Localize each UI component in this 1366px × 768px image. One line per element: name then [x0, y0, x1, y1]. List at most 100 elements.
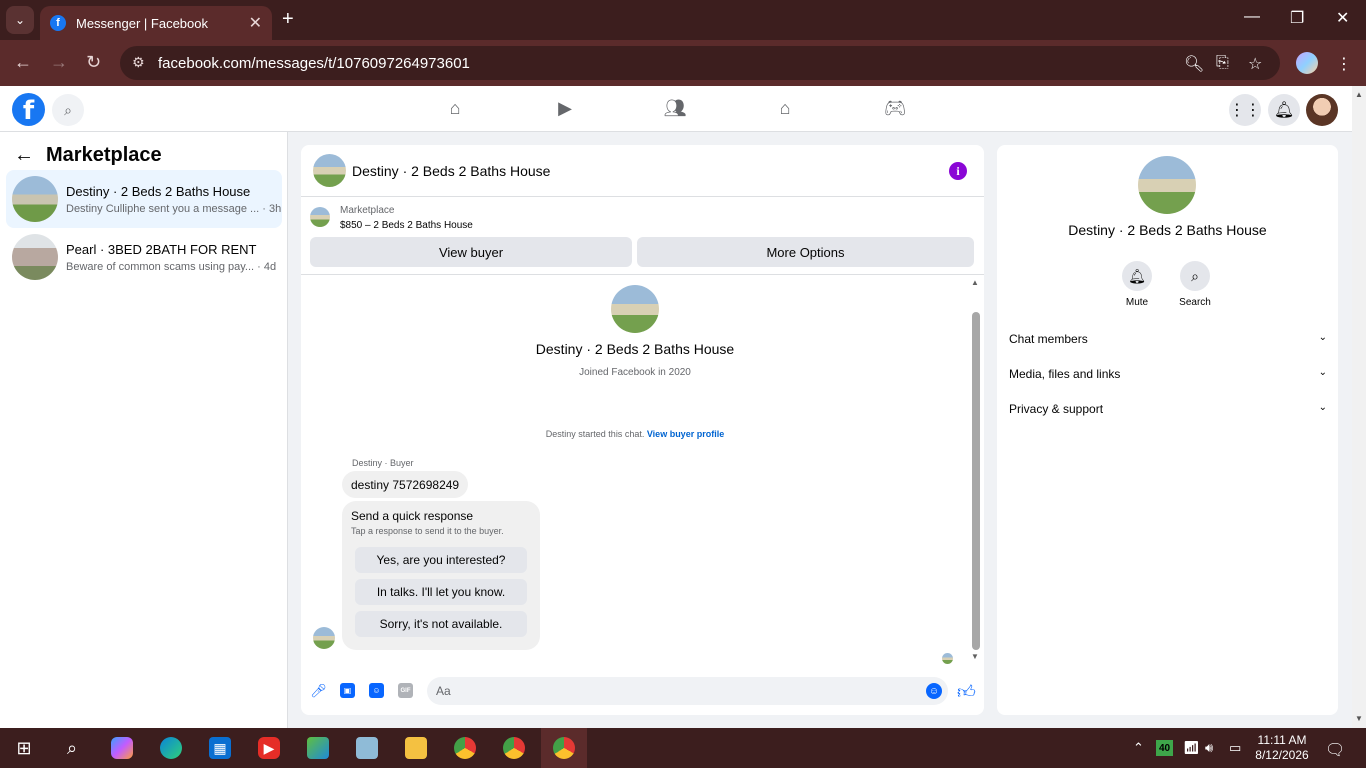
home-icon[interactable]: ⌂ — [443, 96, 467, 120]
browser-tab[interactable]: f Messenger | Facebook ✕ — [40, 6, 272, 40]
conversation-item-pearl[interactable]: Pearl · 3BED 2BATH FOR RENT Beware of co… — [6, 228, 282, 286]
conversation-name: Destiny · 2 Beds 2 Baths House — [66, 183, 251, 199]
info-icon[interactable]: i — [949, 162, 967, 180]
url-text: facebook.com/messages/t/1076097264973601 — [158, 54, 470, 72]
view-buyer-button[interactable]: View buyer — [310, 237, 632, 267]
chat-details-panel: Destiny · 2 Beds 2 Baths House 🔔︎ Mute ⌕… — [997, 145, 1338, 715]
system-clock[interactable]: 11:11 AM 8/12/2026 — [1250, 733, 1314, 763]
install-app-icon[interactable]: ⎘ — [1216, 54, 1229, 72]
seen-indicator-avatar — [942, 653, 953, 664]
notification-center-icon[interactable]: 🗨︎ — [1325, 740, 1345, 760]
microphone-icon[interactable]: 🎤︎ — [310, 683, 327, 698]
quick-response-button[interactable]: Yes, are you interested? — [355, 547, 527, 573]
forward-icon[interactable]: → — [50, 52, 68, 73]
scroll-down-icon[interactable]: ▼ — [1355, 714, 1363, 723]
view-buyer-profile-link[interactable]: View buyer profile — [647, 429, 724, 439]
search-button[interactable]: ⌕ Search — [1170, 261, 1220, 308]
chrome-profile-icon[interactable] — [503, 737, 525, 759]
listing-thumbnail — [310, 207, 330, 227]
menu-grid-icon[interactable]: ⋮⋮ — [1229, 94, 1261, 126]
media-files-links-section[interactable]: Media, files and links ⌄ — [1009, 367, 1327, 381]
chevron-down-icon: ⌄ — [1318, 367, 1327, 378]
gif-icon[interactable]: GIF — [398, 683, 413, 698]
conversation-item-destiny[interactable]: Destiny · 2 Beds 2 Baths House Destiny C… — [6, 170, 282, 228]
chat-title[interactable]: Destiny · 2 Beds 2 Baths House — [352, 163, 550, 179]
chat-started-notice: Destiny started this chat. View buyer pr… — [545, 429, 725, 439]
battery-badge: 40 — [1156, 740, 1173, 756]
chat-avatar[interactable] — [313, 154, 346, 187]
browser-profile-avatar[interactable] — [1296, 52, 1318, 74]
emoji-icon[interactable]: ☺ — [926, 683, 942, 699]
mute-button[interactable]: 🔔︎ Mute — [1112, 261, 1162, 308]
notifications-bell-icon[interactable]: 🔔︎ — [1268, 94, 1300, 126]
search-label: Search — [1179, 297, 1211, 308]
video-icon[interactable]: ▶ — [553, 96, 577, 120]
volume-icon[interactable]: 🔊︎ — [1205, 740, 1213, 756]
youtube-icon[interactable]: ▶ — [258, 737, 280, 759]
account-avatar[interactable] — [1306, 94, 1338, 126]
quick-response-button[interactable]: In talks. I'll let you know. — [355, 579, 527, 605]
buyer-name: Destiny · 2 Beds 2 Baths House — [535, 341, 735, 357]
sender-avatar[interactable] — [313, 627, 335, 649]
show-hidden-icons-icon[interactable]: ⌃ — [1133, 740, 1144, 756]
conversation-sidebar: ← Marketplace Destiny · 2 Beds 2 Baths H… — [0, 132, 288, 728]
taskbar-search-icon[interactable]: ⌕ — [61, 737, 83, 759]
window-close-icon[interactable]: ✕ — [1336, 8, 1349, 28]
edge-icon[interactable] — [160, 737, 182, 759]
sticker-icon[interactable]: ☺ — [369, 683, 384, 698]
privacy-support-section[interactable]: Privacy & support ⌄ — [1009, 402, 1327, 416]
page-scrollbar[interactable]: ▲ ▼ — [1352, 86, 1366, 728]
browser-menu-icon[interactable]: ⋮ — [1336, 54, 1352, 74]
back-icon[interactable]: ← — [14, 52, 32, 73]
restore-icon[interactable]: ❐ — [1290, 8, 1304, 28]
file-explorer-icon[interactable] — [405, 737, 427, 759]
facebook-favicon-icon: f — [50, 15, 66, 31]
quick-response-card: Send a quick response Tap a response to … — [342, 501, 540, 650]
more-options-button[interactable]: More Options — [637, 237, 974, 267]
message-input[interactable] — [427, 677, 948, 705]
marketplace-icon[interactable]: ⌂ — [773, 96, 797, 120]
details-avatar[interactable] — [1138, 156, 1196, 214]
tab-close-icon[interactable]: ✕ — [249, 13, 262, 33]
sidebar-title: Marketplace — [46, 144, 162, 166]
copilot-icon[interactable] — [111, 737, 133, 759]
chat-members-section[interactable]: Chat members ⌄ — [1009, 332, 1327, 346]
quick-response-button[interactable]: Sorry, it's not available. — [355, 611, 527, 637]
windows-start-icon[interactable]: ⊞ — [13, 737, 35, 759]
battery-icon[interactable]: ▭ — [1229, 740, 1241, 756]
url-field[interactable]: ⚙ facebook.com/messages/t/10760972649736… — [120, 46, 1280, 80]
wifi-icon[interactable]: 📶︎ — [1183, 740, 1200, 756]
photo-icon[interactable]: ▣ — [340, 683, 355, 698]
notepad-icon[interactable] — [356, 737, 378, 759]
listing-summary[interactable]: Marketplace $850 – 2 Beds 2 Baths House — [310, 205, 473, 231]
new-tab-icon[interactable]: + — [282, 8, 294, 31]
gaming-icon[interactable]: 🎮︎ — [883, 96, 907, 120]
bookmark-star-icon[interactable]: ☆ — [1248, 54, 1262, 74]
reload-icon[interactable]: ↻ — [86, 52, 101, 73]
minimize-icon[interactable]: — — [1244, 8, 1260, 26]
scroll-up-icon[interactable]: ▲ — [1355, 90, 1363, 99]
chrome-active-icon[interactable] — [553, 737, 575, 759]
chat-header: Destiny · 2 Beds 2 Baths House i — [301, 145, 984, 197]
chat-scrollbar[interactable]: ▲ ▼ — [971, 278, 981, 663]
thumbs-up-icon[interactable]: 👍︎ — [957, 681, 976, 703]
message-composer: 🎤︎ ▣ ☺ GIF ☺ 👍︎ — [301, 675, 984, 707]
chat-scroll-thumb[interactable] — [972, 312, 980, 650]
message-bubble[interactable]: destiny 7572698249 — [342, 471, 469, 498]
site-settings-icon[interactable]: ⚙ — [132, 54, 145, 71]
chrome-icon[interactable] — [454, 737, 476, 759]
listing-label: Marketplace — [340, 205, 395, 216]
zoom-icon[interactable]: 🔍︎ — [1184, 54, 1204, 74]
back-arrow-icon[interactable]: ← — [14, 144, 34, 167]
store-icon[interactable]: ▦ — [209, 737, 231, 759]
tab-search-menu-icon[interactable]: ⌄ — [6, 6, 34, 34]
buyer-avatar[interactable] — [611, 285, 659, 333]
details-name: Destiny · 2 Beds 2 Baths House — [1068, 222, 1267, 238]
facebook-logo-icon[interactable]: f — [12, 93, 45, 126]
friends-icon[interactable]: 👥︎ — [663, 96, 687, 120]
search-icon[interactable]: ⌕ — [52, 94, 84, 126]
chat-scroll-down-icon[interactable]: ▼ — [971, 652, 979, 661]
buyer-profile-summary: Destiny · 2 Beds 2 Baths House Joined Fa… — [301, 285, 969, 378]
chat-scroll-up-icon[interactable]: ▲ — [971, 278, 979, 287]
photos-app-icon[interactable] — [307, 737, 329, 759]
